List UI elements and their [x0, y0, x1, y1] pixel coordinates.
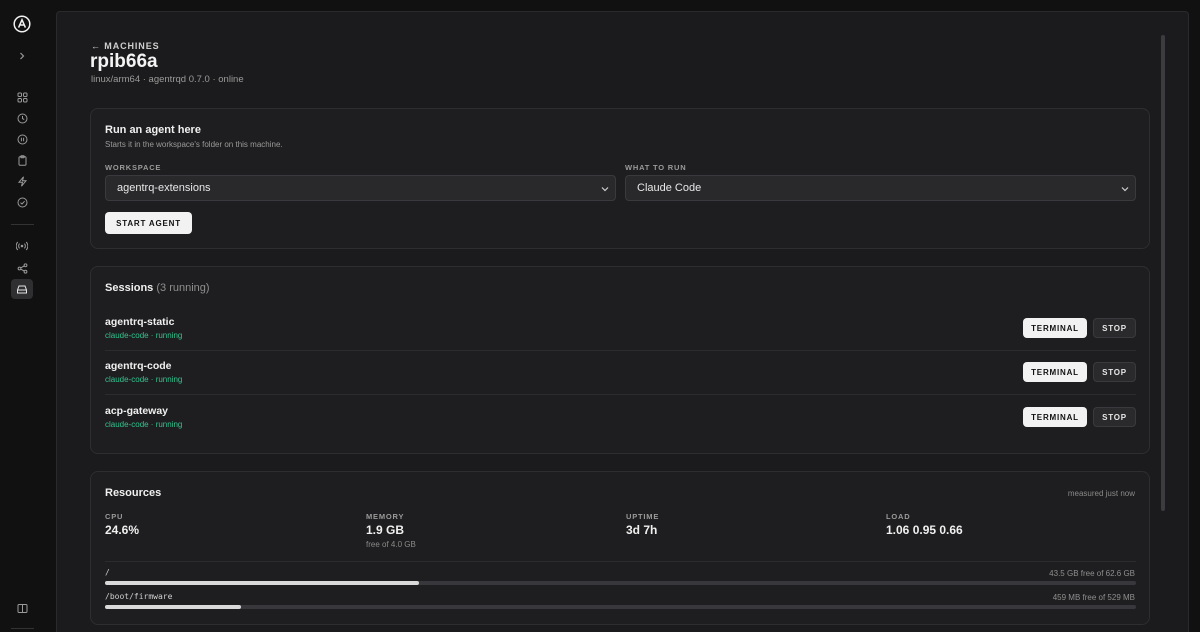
load-label: LOAD: [886, 512, 911, 521]
chevron-down-icon: [601, 187, 609, 192]
disk-mount: /boot/firmware: [105, 592, 173, 601]
machine-icon[interactable]: [11, 279, 33, 299]
uptime-value: 3d 7h: [626, 523, 658, 537]
session-name: agentrq-static: [105, 316, 175, 328]
terminal-button[interactable]: TERMINAL: [1023, 362, 1087, 382]
clipboard-icon[interactable]: [11, 150, 33, 170]
run-agent-title: Run an agent here: [105, 124, 201, 136]
session-name: acp-gateway: [105, 405, 169, 417]
rail-divider-bottom: [11, 628, 34, 629]
disk-usage-fill: [105, 605, 242, 609]
memory-value: 1.9 GB: [366, 523, 405, 537]
terminal-button[interactable]: TERMINAL: [1023, 318, 1087, 338]
sessions-count: (3 running): [156, 282, 210, 294]
back-to-machines-link[interactable]: ← MACHINES: [91, 41, 160, 51]
disk-free: 43.5 GB free of 62.6 GB: [1049, 569, 1135, 578]
clock-icon[interactable]: [11, 108, 33, 128]
expand-icon[interactable]: [11, 46, 33, 66]
session-divider: [105, 350, 1136, 351]
session-divider: [105, 394, 1136, 395]
what-to-run-label: WHAT TO RUN: [625, 163, 687, 172]
chevron-down-icon: [1121, 187, 1129, 192]
pause-icon[interactable]: [11, 129, 33, 149]
sidebar-rail: [0, 0, 45, 632]
start-agent-button[interactable]: START AGENT: [105, 212, 192, 234]
stop-button[interactable]: STOP: [1093, 407, 1136, 427]
what-to-run-select-value: Claude Code: [637, 182, 702, 194]
run-agent-description: Starts it in the workspace's folder on t…: [105, 140, 283, 149]
terminal-button[interactable]: TERMINAL: [1023, 407, 1087, 427]
bolt-icon[interactable]: [11, 171, 33, 191]
broadcast-icon[interactable]: [11, 236, 33, 256]
resources-title: Resources: [105, 487, 162, 499]
share-icon[interactable]: [11, 258, 33, 278]
what-to-run-select[interactable]: Claude Code: [625, 175, 1136, 201]
stop-button[interactable]: STOP: [1093, 318, 1136, 338]
session-status: claude-code · running: [105, 375, 183, 384]
workspace-select[interactable]: agentrq-extensions: [105, 175, 616, 201]
stop-button[interactable]: STOP: [1093, 362, 1136, 382]
uptime-label: UPTIME: [626, 512, 660, 521]
rail-divider: [11, 224, 34, 225]
session-status: claude-code · running: [105, 420, 183, 429]
sessions-title-text: Sessions: [105, 282, 154, 294]
load-value: 1.06 0.95 0.66: [886, 523, 963, 537]
disk-mount: /: [105, 568, 110, 577]
resources-divider: [105, 561, 1136, 562]
machine-subtitle: linux/arm64 · agentrqd 0.7.0 · online: [91, 74, 244, 85]
page-title: rpib66a: [90, 51, 158, 72]
memory-label: MEMORY: [366, 512, 405, 521]
disk-usage-bar: [105, 605, 1136, 609]
workspace-select-value: agentrq-extensions: [117, 182, 211, 194]
measured-timestamp: measured just now: [1067, 489, 1135, 498]
grid-icon[interactable]: [11, 87, 33, 107]
check-circle-icon[interactable]: [11, 192, 33, 212]
memory-sub: free of 4.0 GB: [366, 540, 416, 549]
sessions-title: Sessions (3 running): [105, 282, 210, 294]
book-icon[interactable]: [11, 598, 33, 618]
disk-free: 459 MB free of 529 MB: [1052, 593, 1135, 602]
session-status: claude-code · running: [105, 331, 183, 340]
disk-usage-fill: [105, 581, 420, 585]
resources-card: Resources measured just now CPU 24.6% ME…: [90, 471, 1150, 625]
session-name: agentrq-code: [105, 360, 172, 372]
scrollbar[interactable]: [1161, 35, 1165, 511]
cpu-value: 24.6%: [105, 523, 140, 537]
cpu-label: CPU: [105, 512, 124, 521]
sessions-card: Sessions (3 running) agentrq-static clau…: [90, 266, 1150, 454]
run-agent-card: Run an agent here Starts it in the works…: [90, 108, 1150, 249]
workspace-label: WORKSPACE: [105, 163, 162, 172]
logo-icon[interactable]: [12, 14, 32, 34]
disk-usage-bar: [105, 581, 1136, 585]
